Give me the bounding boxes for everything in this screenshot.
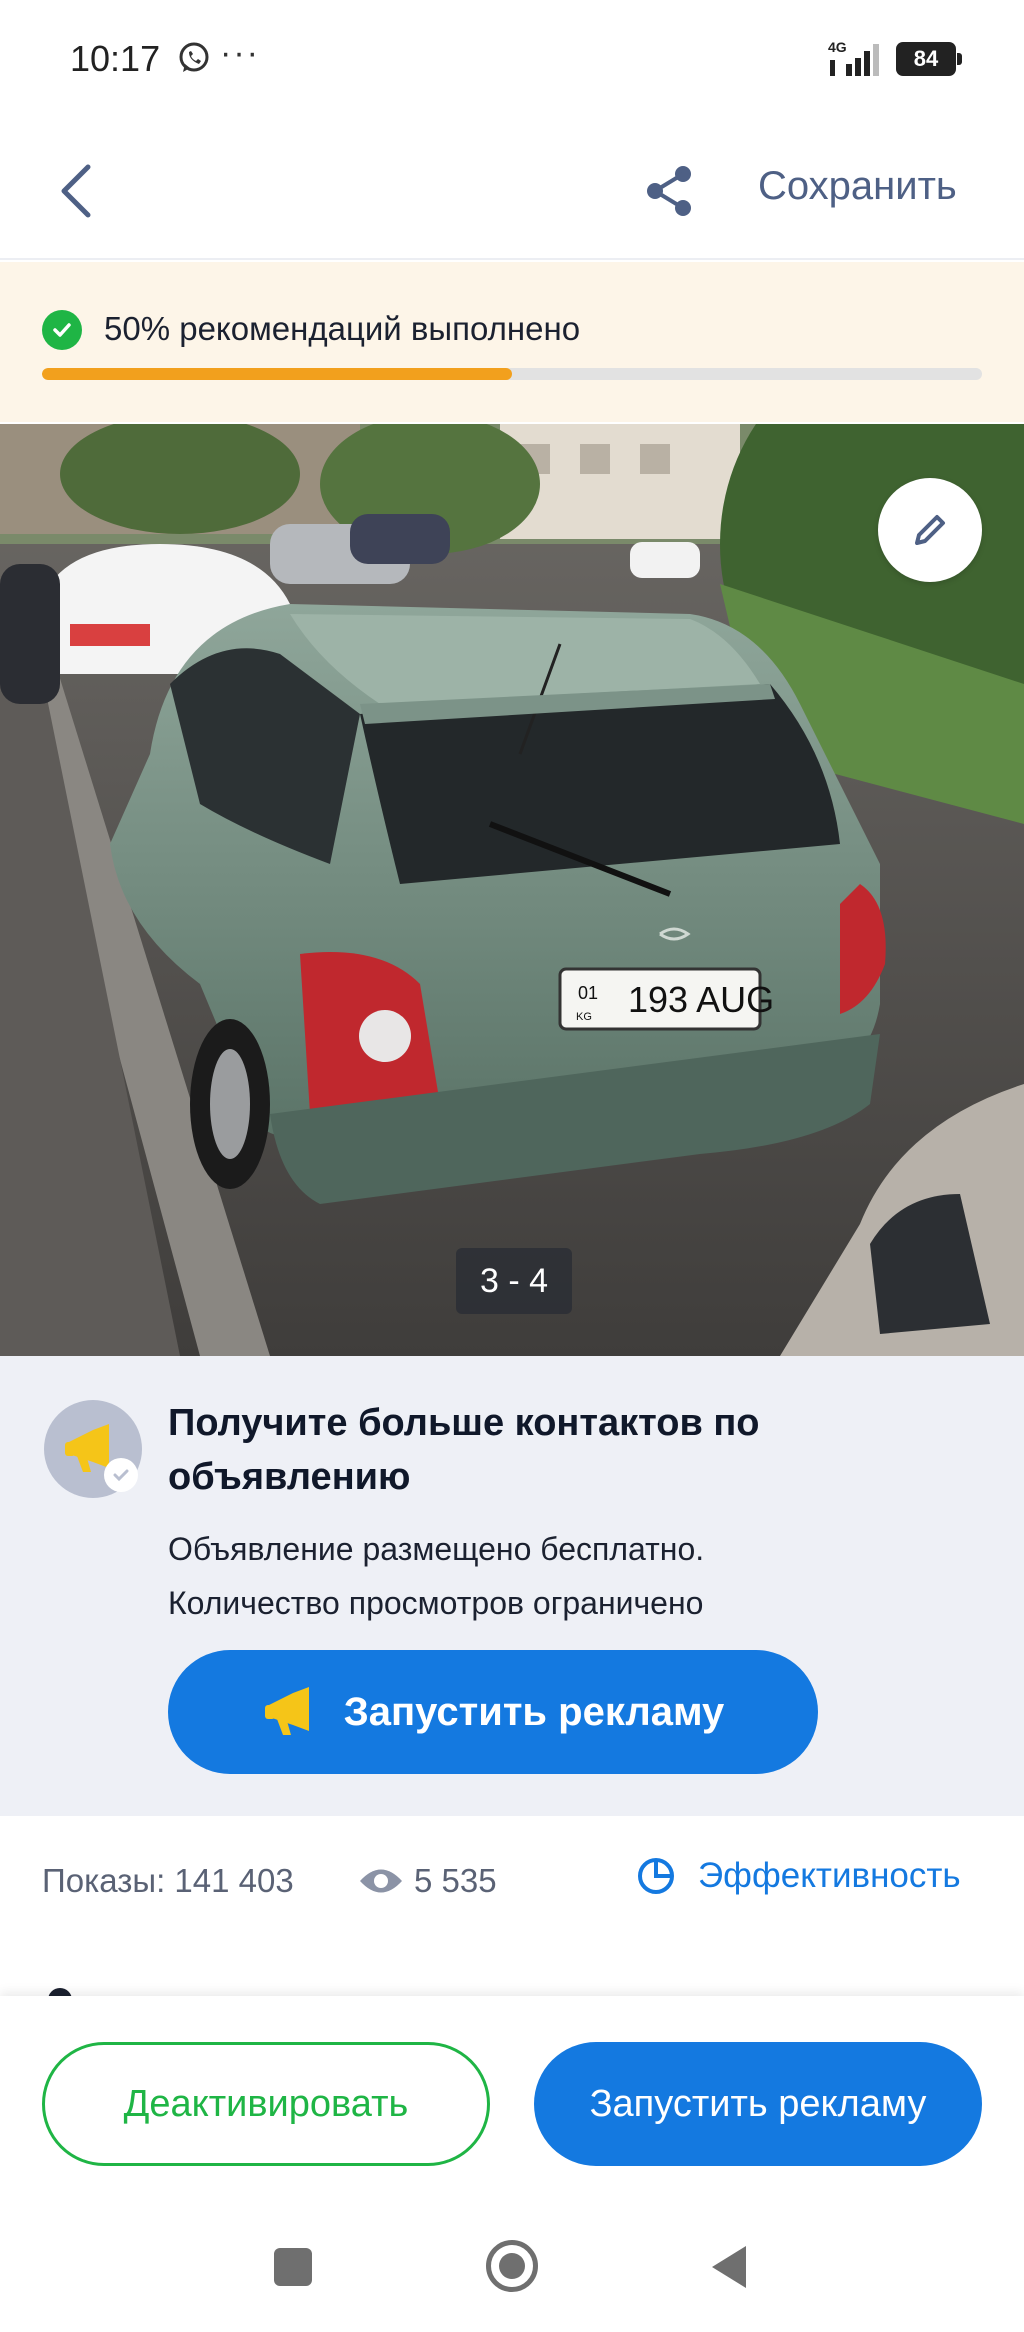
battery-icon: 84 — [896, 42, 962, 76]
save-button[interactable]: Сохранить — [758, 164, 957, 209]
back-triangle-icon[interactable] — [712, 2246, 746, 2288]
whatsapp-icon — [179, 42, 209, 72]
promo-advertise-button[interactable]: Запустить рекламу — [168, 1650, 818, 1774]
advertise-button[interactable]: Запустить рекламу — [534, 2042, 982, 2166]
plate-region: 01 — [578, 983, 598, 1003]
check-badge-icon — [104, 1458, 138, 1492]
promo-button-label: Запустить рекламу — [343, 1689, 725, 1734]
deactivate-button[interactable]: Деактивировать — [42, 2042, 490, 2166]
status-bar: 10:17 ··· 4G 84 — [0, 0, 1024, 120]
promo-title: Получите больше контактов по объявлению — [168, 1402, 760, 1498]
network-type: 4G — [828, 39, 847, 55]
megaphone-icon — [264, 1687, 309, 1735]
system-nav-bar — [0, 2196, 1024, 2332]
progress-fill — [42, 368, 512, 380]
pie-chart-icon — [638, 1858, 674, 1894]
back-button[interactable] — [44, 156, 108, 226]
views-value: 5 535 — [414, 1862, 497, 1899]
status-time: 10:17 — [70, 38, 161, 79]
effectiveness-label: Эффективность — [698, 1856, 961, 1895]
signal-icon: 4G — [828, 39, 879, 76]
promo-card: Получите больше контактов по объявлению … — [0, 1356, 1024, 1816]
battery-level: 84 — [913, 46, 939, 71]
more-notifications-icon: ··· — [220, 34, 260, 72]
impressions-count: Показы: 141 403 — [42, 1862, 294, 1899]
home-icon[interactable] — [486, 2240, 538, 2292]
promo-description-line-2: Количество просмотров ограничено — [168, 1585, 704, 1621]
share-icon — [647, 166, 691, 216]
eye-icon — [360, 1869, 402, 1893]
bottom-action-bar: Деактивировать Запустить рекламу — [0, 1996, 1024, 2196]
check-circle-icon — [42, 310, 82, 350]
edit-photo-button[interactable] — [878, 478, 982, 582]
promo-description-line-1: Объявление размещено бесплатно. — [168, 1531, 705, 1567]
app-header: Сохранить — [0, 120, 1024, 260]
chevron-left-icon — [61, 164, 91, 218]
plate-country: KG — [576, 1011, 592, 1023]
pencil-icon — [915, 515, 945, 545]
views-count: 5 535 — [358, 1862, 497, 1900]
recommendations-progress — [42, 368, 982, 380]
plate-number: 193 AUG — [628, 979, 774, 1020]
listing-photo[interactable]: 01 KG 193 AUG 3 - 4 — [0, 424, 1024, 1356]
recommendations-banner[interactable]: 50% рекомендаций выполнено — [0, 262, 1024, 422]
recommendations-text: 50% рекомендаций выполнено — [104, 310, 581, 347]
effectiveness-link[interactable]: Эффективность — [636, 1856, 961, 1896]
recent-apps-icon[interactable] — [274, 2248, 312, 2286]
share-button[interactable] — [634, 156, 704, 226]
car-photo-image: 01 KG 193 AUG — [0, 424, 1024, 1356]
stats-row: Показы: 141 403 5 535 Эффективность — [0, 1816, 1024, 2000]
promo-description: Объявление размещено бесплатно. Количест… — [168, 1522, 988, 1630]
photo-counter: 3 - 4 — [456, 1248, 572, 1314]
